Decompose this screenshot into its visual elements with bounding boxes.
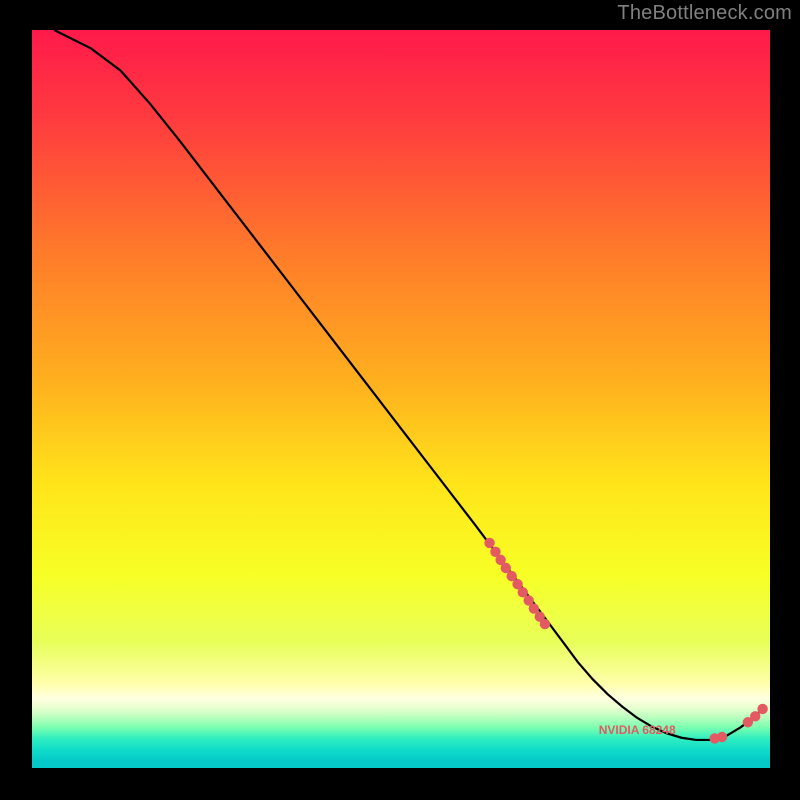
data-point [750,711,760,721]
watermark-text: TheBottleneck.com [617,2,792,25]
chart-container: TheBottleneck.com NVIDIA 68248 [0,0,800,800]
data-point [484,538,494,548]
bottom-series-label: NVIDIA 68248 [599,723,676,737]
data-point [757,704,767,714]
data-point [540,619,550,629]
chart-svg: NVIDIA 68248 [32,30,770,768]
plot-area: NVIDIA 68248 [32,30,770,768]
data-point [717,732,727,742]
gradient-background [32,30,770,768]
